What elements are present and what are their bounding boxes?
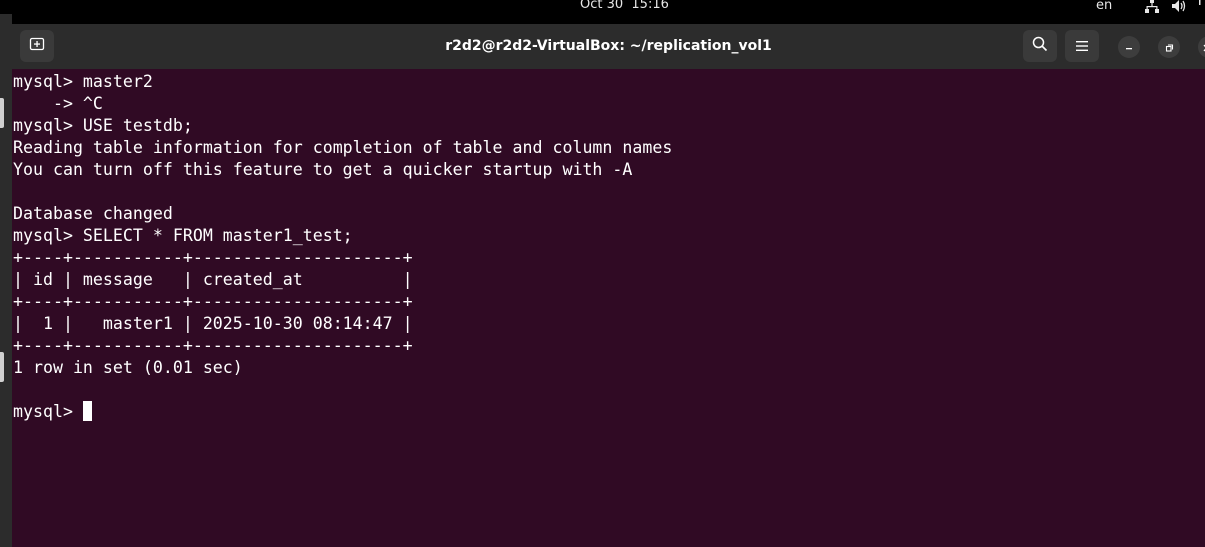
search-icon xyxy=(1032,36,1048,56)
terminal-output[interactable]: mysql> master2 -> ^C mysql> USE testdb; … xyxy=(12,71,1205,547)
volume-icon[interactable] xyxy=(1172,0,1186,13)
terminal-line: You can turn off this feature to get a q… xyxy=(13,160,633,179)
dock-active-indicator xyxy=(0,352,4,382)
dock-active-indicator xyxy=(0,98,4,128)
system-top-bar: Oct 30 15:16 en xyxy=(0,0,1205,14)
close-icon xyxy=(1201,38,1205,57)
table-border: +----+-----------+---------------------+ xyxy=(13,292,413,311)
terminal-line: Reading table information for completion… xyxy=(13,138,673,157)
language-indicator[interactable]: en xyxy=(1096,0,1112,13)
terminal-line: mysql> SELECT * FROM master1_test; xyxy=(13,226,353,245)
terminal-line: mysql> USE testdb; xyxy=(13,116,193,135)
terminal-line: mysql> master2 xyxy=(13,72,153,91)
new-tab-button[interactable] xyxy=(20,30,54,62)
table-row: | 1 | master1 | 2025-10-30 08:14:47 | xyxy=(13,314,413,333)
terminal-window: r2d2@r2d2-VirtualBox: ~/replication_vol1 xyxy=(12,24,1205,547)
table-header-row: | id | message | created_at | xyxy=(13,270,413,289)
hamburger-menu-button[interactable] xyxy=(1065,30,1099,62)
title-bar[interactable]: r2d2@r2d2-VirtualBox: ~/replication_vol1 xyxy=(12,24,1205,69)
terminal-line: -> ^C xyxy=(13,94,103,113)
dock xyxy=(0,14,12,547)
clock[interactable]: Oct 30 15:16 xyxy=(580,0,669,12)
table-border: +----+-----------+---------------------+ xyxy=(13,336,413,355)
prompt-line[interactable]: mysql> xyxy=(13,401,1205,423)
power-icon[interactable] xyxy=(1194,0,1205,13)
table-border: +----+-----------+---------------------+ xyxy=(13,248,413,267)
text-cursor xyxy=(82,401,92,421)
terminal-line: 1 row in set (0.01 sec) xyxy=(13,358,243,377)
minimize-icon xyxy=(1124,38,1134,57)
network-icon[interactable] xyxy=(1145,0,1159,13)
maximize-button[interactable] xyxy=(1158,36,1180,58)
terminal-line: Database changed xyxy=(13,204,173,223)
close-button[interactable] xyxy=(1198,36,1205,58)
minimize-button[interactable] xyxy=(1118,36,1140,58)
new-tab-icon xyxy=(29,36,45,56)
search-button[interactable] xyxy=(1023,30,1057,62)
maximize-icon xyxy=(1164,38,1174,57)
mysql-prompt: mysql> xyxy=(13,402,83,421)
menu-icon xyxy=(1075,37,1089,56)
